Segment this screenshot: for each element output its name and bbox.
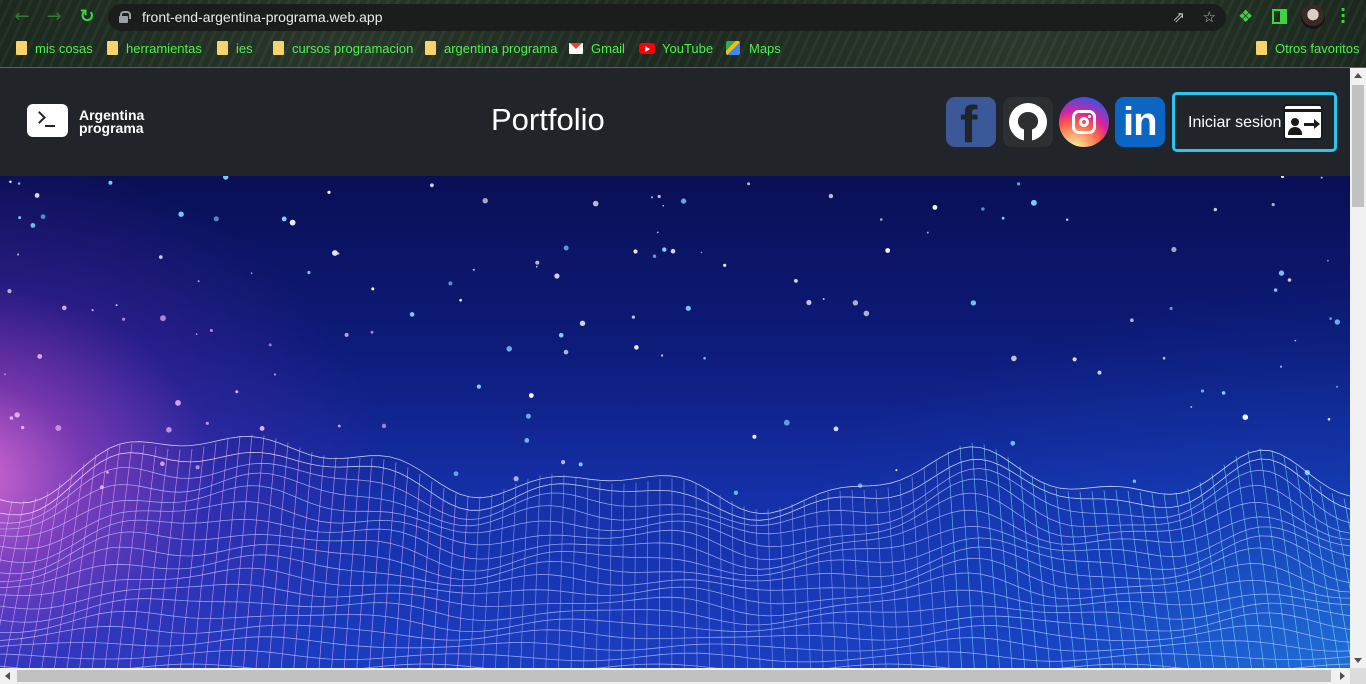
logo-text: Argentina programa	[79, 108, 169, 136]
github-icon	[1009, 103, 1047, 141]
maps-icon	[726, 41, 740, 55]
login-button-label: Iniciar sesion	[1188, 114, 1282, 131]
login-button[interactable]: Iniciar sesion	[1172, 92, 1337, 152]
terminal-icon	[27, 104, 68, 137]
gmail-icon	[569, 43, 583, 54]
bookmark-maps[interactable]: Maps	[726, 40, 781, 58]
vertical-scroll-thumb[interactable]	[1352, 85, 1364, 207]
browser-menu-icon[interactable]: · · ·	[1338, 2, 1348, 30]
bookmark-star-icon[interactable]: ☆	[1203, 8, 1216, 26]
share-icon[interactable]: ⇗	[1172, 8, 1185, 26]
folder-icon	[107, 41, 118, 55]
horizontal-scrollbar[interactable]	[0, 668, 1350, 684]
scrollbar-corner	[1350, 668, 1366, 684]
web-page: Argentina programa Portfolio f in Inicia…	[0, 68, 1350, 668]
bookmark-cursos-programacion[interactable]: cursos programacion	[273, 40, 413, 58]
github-link[interactable]	[1003, 97, 1053, 147]
extensions-puzzle-icon[interactable]: ❖	[1238, 7, 1253, 27]
scroll-right-arrow-icon[interactable]	[1340, 672, 1345, 680]
folder-icon	[273, 41, 284, 55]
facebook-link[interactable]: f	[946, 97, 996, 147]
logo-line-2: programa	[79, 120, 144, 136]
page-title: Portfolio	[491, 102, 605, 137]
address-bar[interactable]: front-end-argentina-programa.web.app ⇗ ☆	[108, 4, 1226, 31]
scroll-down-arrow-icon[interactable]	[1354, 658, 1362, 663]
folder-icon	[217, 41, 228, 55]
url-text[interactable]: front-end-argentina-programa.web.app	[142, 9, 382, 25]
horizontal-scroll-thumb[interactable]	[17, 670, 1331, 682]
back-arrow-icon[interactable]: ←	[11, 6, 33, 28]
scroll-up-arrow-icon[interactable]	[1354, 73, 1362, 78]
bookmark-gmail[interactable]: Gmail	[569, 40, 625, 58]
bookmarks-bar: mis cosas herramientas ies cursos progra…	[0, 36, 1366, 62]
reload-icon[interactable]: ↻	[76, 6, 98, 28]
bookmark-herramientas[interactable]: herramientas	[107, 40, 202, 58]
bookmark-ies[interactable]: ies	[217, 40, 253, 58]
side-panel-icon[interactable]	[1272, 9, 1287, 24]
linkedin-icon: in	[1123, 100, 1158, 144]
facebook-icon: f	[960, 97, 978, 147]
folder-icon	[1256, 41, 1267, 55]
instagram-icon	[1072, 110, 1096, 134]
browser-chrome: ← → ↻ front-end-argentina-programa.web.a…	[0, 0, 1366, 68]
vertical-scrollbar[interactable]	[1350, 68, 1366, 668]
hero-banner	[0, 176, 1350, 668]
bookmark-youtube[interactable]: YouTube	[639, 40, 713, 58]
lock-icon[interactable]	[119, 11, 131, 23]
youtube-icon	[639, 43, 655, 54]
folder-icon	[16, 41, 27, 55]
forward-arrow-icon[interactable]: →	[43, 6, 65, 28]
profile-avatar[interactable]	[1301, 5, 1325, 29]
scroll-left-arrow-icon[interactable]	[5, 672, 10, 680]
bookmark-argentina-programa[interactable]: argentina programa	[425, 40, 557, 58]
wireframe-landscape-image	[0, 176, 1350, 668]
login-icon	[1283, 104, 1323, 140]
instagram-link[interactable]	[1059, 97, 1109, 147]
folder-icon	[425, 41, 436, 55]
bookmark-mis-cosas[interactable]: mis cosas	[16, 40, 93, 58]
linkedin-link[interactable]: in	[1115, 97, 1165, 147]
bookmark-otros-favoritos[interactable]: Otros favoritos	[1256, 40, 1360, 58]
site-header: Argentina programa Portfolio f in Inicia…	[0, 68, 1350, 176]
